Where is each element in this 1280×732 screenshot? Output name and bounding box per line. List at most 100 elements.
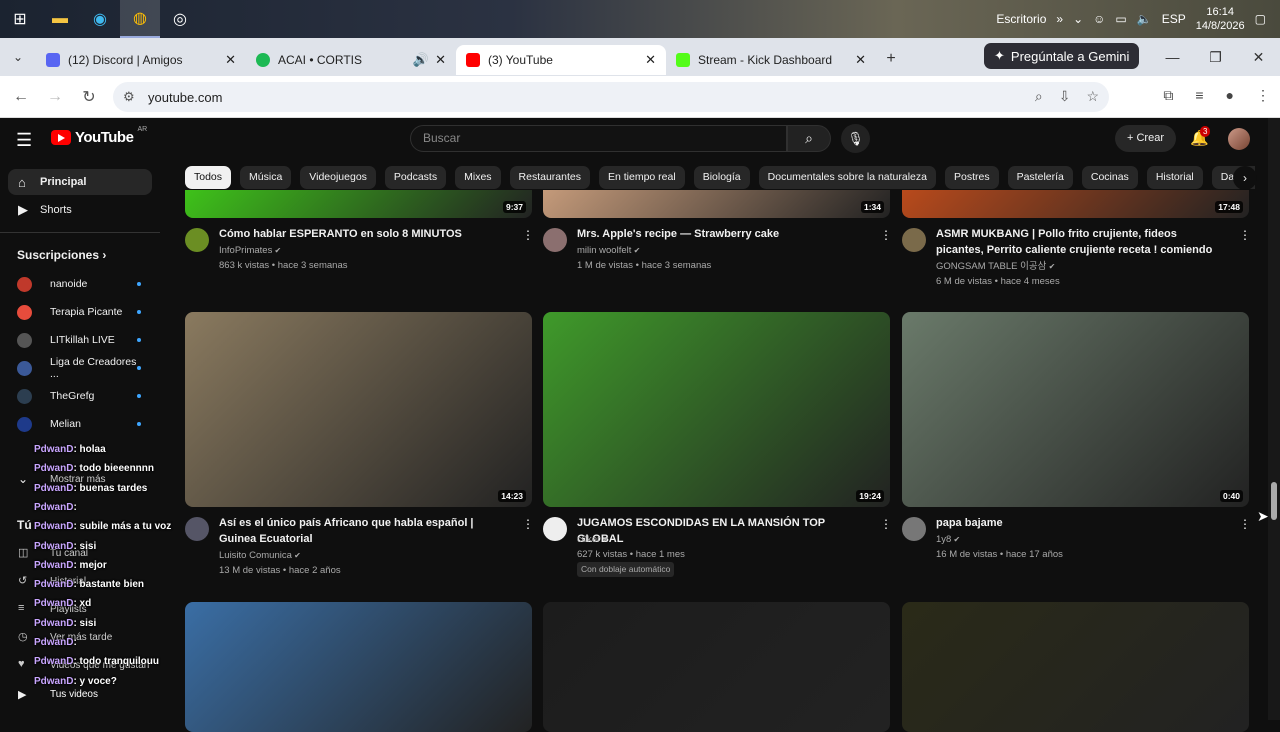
chip-8[interactable]: Documentales sobre la naturaleza — [758, 166, 936, 189]
chevron-right-icon[interactable]: › — [1233, 166, 1257, 190]
sidebar-item-subscription[interactable]: LITkillah LIVE — [17, 330, 147, 350]
tray-expand-icon[interactable]: » — [1056, 12, 1063, 26]
video-thumbnail[interactable]: 19:24 — [543, 312, 890, 507]
video-title[interactable]: ASMR MUKBANG | Pollo frito crujiente, fi… — [936, 226, 1223, 258]
channel-avatar[interactable] — [902, 517, 926, 541]
video-title[interactable]: papa bajame — [936, 515, 1223, 531]
chip-4[interactable]: Mixes — [455, 166, 501, 189]
site-info-icon[interactable]: ⚙ — [123, 89, 135, 105]
chip-0[interactable]: Todos — [185, 166, 232, 189]
chip-6[interactable]: En tiempo real — [598, 166, 685, 189]
channel-avatar[interactable] — [902, 228, 926, 252]
chip-5[interactable]: Restaurantes — [509, 166, 590, 189]
sidebar-item-shorts[interactable]: ▶ Shorts — [8, 197, 152, 223]
tab-kick[interactable]: Stream - Kick Dashboard ✕ — [666, 45, 876, 75]
back-icon[interactable]: ← — [4, 88, 38, 106]
more-actions-icon[interactable]: ⋮ — [1239, 517, 1251, 531]
more-actions-icon[interactable]: ⋮ — [522, 228, 534, 242]
more-actions-icon[interactable]: ⋮ — [522, 517, 534, 531]
account-avatar[interactable] — [1228, 128, 1250, 150]
discord-tray-icon[interactable]: ☺ — [1093, 12, 1105, 26]
tu-section-header[interactable]: Tú — [17, 518, 32, 532]
close-icon[interactable]: ✕ — [225, 52, 236, 68]
zoom-icon[interactable]: ⌕ — [1035, 88, 1043, 105]
chip-9[interactable]: Postres — [944, 166, 999, 189]
close-icon[interactable]: ✕ — [645, 52, 656, 68]
channel-avatar[interactable] — [185, 228, 209, 252]
new-tab-button[interactable]: + — [876, 50, 906, 68]
sidebar-item-subscription[interactable]: TheGrefg — [17, 386, 147, 406]
clock[interactable]: 16:14 14/8/2026 — [1196, 5, 1245, 33]
search-input[interactable]: Buscar — [410, 125, 787, 152]
channel-name[interactable]: GONGSAM TABLE 이공삼 ✔ — [936, 259, 1055, 274]
hamburger-menu-icon[interactable]: ☰ — [16, 130, 32, 151]
voice-search-button[interactable]: 🎙 — [841, 124, 870, 153]
more-actions-icon[interactable]: ⋮ — [880, 228, 892, 242]
profile-avatar-icon[interactable]: ● — [1226, 87, 1234, 104]
reload-icon[interactable]: ↻ — [72, 87, 106, 107]
speaker-icon[interactable]: 🔊 — [413, 52, 429, 68]
video-thumbnail[interactable]: 17:48 — [902, 190, 1249, 218]
forward-icon[interactable]: → — [38, 88, 72, 106]
sidebar-item-tus-videos[interactable]: Tus videos — [50, 689, 98, 700]
sidebar-item-subscription[interactable]: Terapia Picante — [17, 302, 147, 322]
extensions-icon[interactable]: ⧉ — [1163, 87, 1173, 104]
chip-11[interactable]: Cocinas — [1081, 166, 1138, 189]
windows-start-icon[interactable]: ⊞ — [0, 0, 40, 38]
video-title[interactable]: Así es el único país Africano que habla … — [219, 515, 506, 547]
video-thumbnail[interactable]: 1:34 — [543, 190, 890, 218]
chip-7[interactable]: Biología — [693, 166, 750, 189]
tab-search-icon[interactable]: ⌄ — [0, 50, 36, 64]
minimize-icon[interactable]: — — [1151, 49, 1194, 65]
channel-name[interactable]: 1y8 ✔ — [936, 532, 960, 547]
chevron-down-icon[interactable]: ⌄ — [1073, 12, 1083, 26]
video-thumbnail[interactable] — [185, 602, 532, 732]
channel-avatar[interactable] — [543, 517, 567, 541]
file-explorer-icon[interactable]: ▬ — [40, 0, 80, 38]
close-window-icon[interactable]: ✕ — [1237, 49, 1280, 66]
tab-music[interactable]: ACAI • CORTIS 🔊 ✕ — [246, 45, 456, 75]
video-thumbnail[interactable]: 9:37 — [185, 190, 532, 218]
tray-desktop-label[interactable]: Escritorio — [996, 12, 1046, 26]
language-indicator[interactable]: ESP — [1162, 12, 1186, 26]
omnibox[interactable]: ⚙ youtube.com ⌕ ⇩ ☆ — [113, 82, 1109, 112]
install-app-icon[interactable]: ⇩ — [1059, 88, 1071, 105]
chip-12[interactable]: Historial — [1146, 166, 1203, 189]
video-thumbnail[interactable] — [902, 602, 1249, 732]
chip-10[interactable]: Pastelería — [1007, 166, 1073, 189]
channel-name[interactable]: milin woolfelt ✔ — [577, 243, 640, 258]
tab-discord[interactable]: (12) Discord | Amigos ✕ — [36, 45, 246, 75]
video-title[interactable]: JUGAMOS ESCONDIDAS EN LA MANSIÓN TOP GLO… — [577, 515, 864, 547]
create-button[interactable]: + Crear — [1115, 125, 1176, 152]
channel-avatar[interactable] — [185, 517, 209, 541]
obs-icon[interactable]: ◎ — [160, 0, 200, 38]
video-title[interactable]: Mrs. Apple's recipe — Strawberry cake — [577, 226, 864, 242]
sidebar-item-subscription[interactable]: nanoide — [17, 274, 147, 294]
media-control-icon[interactable]: ≡ — [1195, 87, 1203, 104]
chip-1[interactable]: Música — [240, 166, 292, 189]
channel-name[interactable]: c0ker ✔ — [577, 532, 609, 547]
edge-icon[interactable]: ◉ — [80, 0, 120, 38]
chip-3[interactable]: Podcasts — [384, 166, 447, 189]
page-scrollbar[interactable] — [1268, 118, 1280, 720]
tab-youtube[interactable]: (3) YouTube ✕ — [456, 45, 666, 75]
sidebar-item-principal[interactable]: ⌂ Principal — [8, 169, 152, 195]
restore-icon[interactable]: ❐ — [1194, 49, 1237, 66]
sidebar-item-subscription[interactable]: Melian — [17, 414, 147, 434]
chevron-down-icon[interactable]: ⌄ — [18, 472, 28, 486]
close-icon[interactable]: ✕ — [435, 52, 446, 68]
more-actions-icon[interactable]: ⋮ — [1239, 228, 1251, 242]
video-thumbnail[interactable]: 0:40 — [902, 312, 1249, 507]
sidebar-item-subscription[interactable]: Liga de Creadores ... — [17, 356, 147, 380]
video-thumbnail[interactable] — [543, 602, 890, 732]
channel-name[interactable]: InfoPrimates ✔ — [219, 243, 281, 258]
more-actions-icon[interactable]: ⋮ — [880, 517, 892, 531]
notifications-icon[interactable]: ▢ — [1255, 12, 1266, 26]
volume-icon[interactable]: 🔈 — [1137, 12, 1152, 26]
chrome-icon[interactable]: ◍ — [120, 0, 160, 38]
gemini-button[interactable]: ✦ Pregúntale a Gemini — [984, 43, 1140, 69]
close-icon[interactable]: ✕ — [855, 52, 866, 68]
subscriptions-header[interactable]: Suscripciones › — [17, 248, 106, 262]
network-icon[interactable]: ▭ — [1115, 12, 1126, 26]
search-button[interactable]: ⌕ — [787, 125, 831, 152]
